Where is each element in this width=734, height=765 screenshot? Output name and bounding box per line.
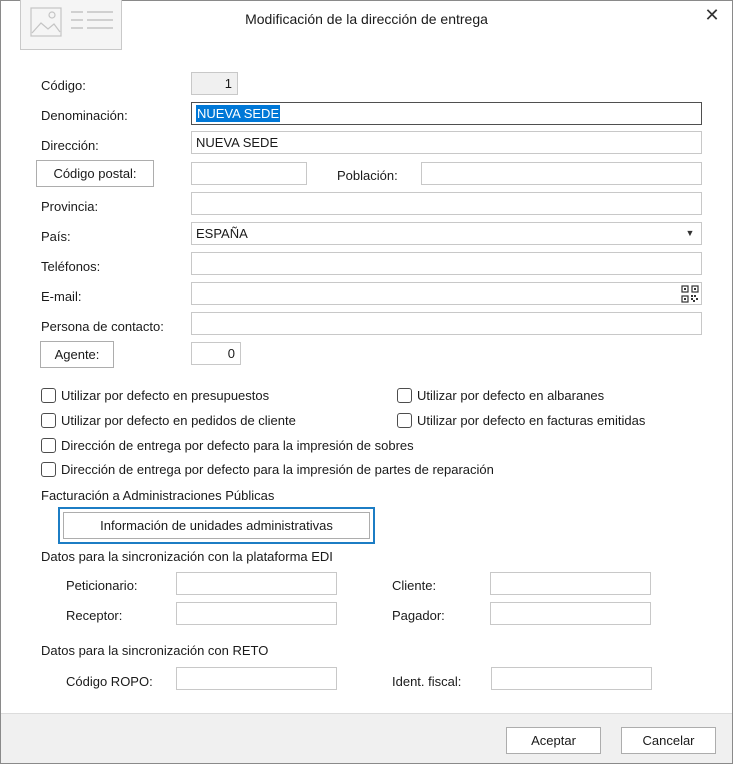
pais-label: País:: [41, 229, 71, 244]
checkbox-facturas-label: Utilizar por defecto en facturas emitida…: [417, 412, 646, 428]
cliente-label: Cliente:: [392, 578, 437, 593]
checkbox-box[interactable]: [41, 387, 56, 403]
agente-button[interactable]: Agente:: [40, 341, 114, 368]
peticionario-label: Peticionario:: [66, 578, 138, 593]
receptor-field[interactable]: [176, 602, 337, 625]
telefonos-field[interactable]: [191, 252, 702, 275]
checkbox-albaranes-label: Utilizar por defecto en albaranes: [417, 387, 605, 403]
persona-contacto-field[interactable]: [191, 312, 702, 335]
pais-value: ESPAÑA: [196, 226, 248, 241]
checkbox-presupuestos-label: Utilizar por defecto en presupuestos: [61, 387, 270, 403]
unidades-administrativas-button[interactable]: Información de unidades administrativas: [58, 507, 375, 544]
pais-dropdown[interactable]: ESPAÑA ▼: [191, 222, 702, 245]
administraciones-heading: Facturación a Administraciones Públicas: [41, 488, 275, 503]
accept-button[interactable]: Aceptar: [506, 727, 601, 754]
persona-contacto-label: Persona de contacto:: [41, 319, 164, 334]
codigo-postal-button[interactable]: Código postal:: [36, 160, 154, 187]
chevron-down-icon[interactable]: ▼: [679, 223, 701, 244]
checkbox-pedidos-label: Utilizar por defecto en pedidos de clien…: [61, 412, 296, 428]
checkbox-box[interactable]: [397, 387, 412, 403]
telefonos-label: Teléfonos:: [41, 259, 101, 274]
receptor-label: Receptor:: [66, 608, 123, 623]
agente-field[interactable]: 0: [191, 342, 241, 365]
provincia-label: Provincia:: [41, 199, 99, 214]
checkbox-sobres-label: Dirección de entrega por defecto para la…: [61, 437, 414, 453]
ident-fiscal-field[interactable]: [491, 667, 652, 690]
poblacion-field[interactable]: [421, 162, 702, 185]
codigo-ropo-field[interactable]: [176, 667, 337, 690]
codigo-label: Código:: [41, 78, 86, 93]
pagador-label: Pagador:: [392, 608, 445, 623]
checkbox-pedidos[interactable]: Utilizar por defecto en pedidos de clien…: [41, 411, 296, 429]
provincia-field[interactable]: [191, 192, 702, 215]
direccion-label: Dirección:: [41, 138, 99, 153]
cliente-field[interactable]: [490, 572, 651, 595]
checkbox-box[interactable]: [41, 437, 56, 453]
checkbox-sobres[interactable]: Dirección de entrega por defecto para la…: [41, 436, 414, 454]
codigo-postal-field[interactable]: [191, 162, 307, 185]
dialog-title: Modificación de la dirección de entrega: [245, 11, 488, 27]
checkbox-box[interactable]: [397, 412, 412, 428]
checkbox-presupuestos[interactable]: Utilizar por defecto en presupuestos: [41, 386, 269, 404]
codigo-field[interactable]: 1: [191, 72, 238, 95]
codigo-ropo-label: Código ROPO:: [66, 674, 153, 689]
qr-code-icon[interactable]: [681, 285, 699, 303]
checkbox-albaranes[interactable]: Utilizar por defecto en albaranes: [397, 386, 604, 404]
cancel-button[interactable]: Cancelar: [621, 727, 716, 754]
denominacion-field[interactable]: NUEVA SEDE: [191, 102, 702, 125]
reto-heading: Datos para la sincronización con RETO: [41, 643, 269, 658]
peticionario-field[interactable]: [176, 572, 337, 595]
poblacion-label: Población:: [337, 168, 398, 183]
direccion-field[interactable]: NUEVA SEDE: [191, 131, 702, 154]
denominacion-label: Denominación:: [41, 108, 128, 123]
close-icon[interactable]: ✕: [702, 5, 722, 25]
edi-heading: Datos para la sincronización con la plat…: [41, 549, 333, 564]
checkbox-box[interactable]: [41, 412, 56, 428]
checkbox-facturas[interactable]: Utilizar por defecto en facturas emitida…: [397, 411, 645, 429]
checkbox-box[interactable]: [41, 461, 56, 477]
pagador-field[interactable]: [490, 602, 651, 625]
checkbox-partes-label: Dirección de entrega por defecto para la…: [61, 461, 494, 477]
email-field[interactable]: [191, 282, 702, 305]
denominacion-value: NUEVA SEDE: [196, 105, 281, 122]
ident-fiscal-label: Ident. fiscal:: [392, 674, 462, 689]
email-label: E-mail:: [41, 289, 82, 304]
checkbox-partes[interactable]: Dirección de entrega por defecto para la…: [41, 460, 494, 478]
